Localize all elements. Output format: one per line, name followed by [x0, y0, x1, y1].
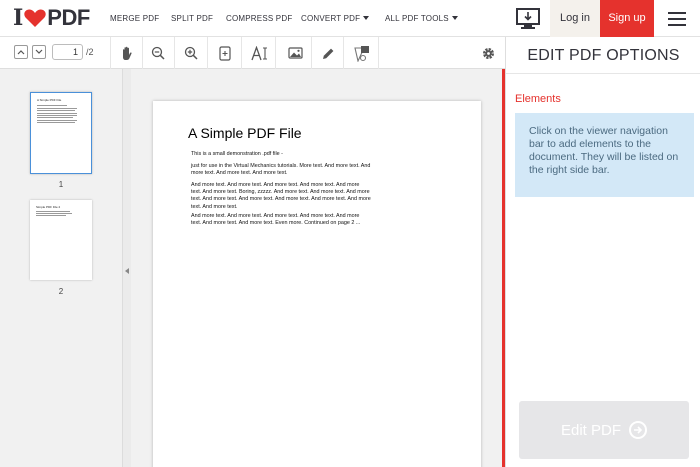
nav-all-pdf-tools[interactable]: ALL PDF TOOLS [385, 0, 458, 37]
viewer-toolbar: 1 /2 [0, 37, 505, 69]
elements-info-box: Click on the viewer navigation bar to ad… [515, 113, 694, 197]
fit-page-button[interactable] [215, 43, 235, 63]
page-number-input[interactable]: 1 [52, 44, 83, 60]
previous-page-button[interactable] [14, 45, 28, 59]
nav-convert-pdf[interactable]: CONVERT PDF [301, 0, 370, 37]
thumbnail-page-number: 2 [58, 287, 64, 296]
thumbnail-page-number: 1 [58, 180, 64, 189]
fit-page-icon [219, 45, 231, 61]
caret-down-icon [363, 16, 370, 20]
desktop-download-icon [516, 7, 540, 29]
hand-icon [123, 46, 132, 60]
pdf-page[interactable]: A Simple PDF File This is a small demons… [153, 101, 481, 467]
document-paragraph: And more text. And more text. And more t… [191, 213, 361, 227]
add-text-button[interactable] [250, 43, 270, 63]
toolbar-divider [343, 37, 344, 69]
zoom-in-icon [184, 46, 198, 60]
gear-icon [482, 47, 494, 59]
zoom-in-button[interactable] [181, 43, 201, 63]
arrow-right-circle-icon [629, 421, 647, 439]
draw-button[interactable] [318, 43, 338, 63]
toolbar-divider [110, 37, 111, 69]
login-button[interactable]: Log in [550, 0, 600, 37]
edit-options-panel: EDIT PDF OPTIONS Elements Click on the v… [505, 37, 700, 467]
desktop-app-button[interactable] [506, 0, 550, 37]
nav-merge-pdf[interactable]: MERGE PDF [110, 0, 159, 37]
toolbar-divider [275, 37, 276, 69]
toolbar-divider [241, 37, 242, 69]
settings-button[interactable] [478, 43, 498, 63]
nav-split-pdf[interactable]: SPLIT PDF [171, 0, 213, 37]
document-paragraph: This is a small demonstration .pdf file … [191, 151, 283, 157]
chevron-up-icon [17, 50, 25, 55]
image-tool-icon [287, 47, 303, 59]
heart-icon [24, 9, 46, 27]
nav-all-pdf-tools-label: ALL PDF TOOLS [385, 14, 449, 23]
logo-letter: I [13, 5, 24, 31]
toolbar-divider [311, 37, 312, 69]
logo[interactable]: I PDF [13, 5, 90, 31]
hand-tool-button[interactable] [117, 43, 137, 63]
add-image-button[interactable] [285, 43, 305, 63]
toolbar-divider [142, 37, 143, 69]
text-tool-icon [251, 45, 267, 60]
thumbnail-title: A Simple PDF File [37, 98, 62, 102]
page-total: /2 [86, 47, 94, 57]
page-thumbnail-1[interactable]: A Simple PDF File [30, 92, 92, 174]
logo-word: PDF [47, 5, 90, 30]
zoom-out-button[interactable] [148, 43, 168, 63]
caret-down-icon [451, 16, 458, 20]
document-paragraph: just for use in the Virtual Mechanics tu… [191, 163, 371, 177]
thumbnail-title: Simple PDF File 2 [36, 205, 61, 209]
top-navigation: I PDF MERGE PDF SPLIT PDF COMPRESS PDF C… [0, 0, 700, 37]
toolbar-divider [207, 37, 208, 69]
toolbar-divider [174, 37, 175, 69]
hamburger-icon[interactable] [663, 9, 691, 29]
nav-convert-pdf-label: CONVERT PDF [301, 14, 361, 23]
zoom-out-icon [151, 46, 165, 60]
thumbnail-panel: A Simple PDF File 1 Simple PDF File 2 2 [0, 69, 123, 467]
pencil-icon [322, 48, 333, 59]
edit-pdf-button[interactable]: Edit PDF [519, 401, 689, 459]
page-thumbnail-2[interactable]: Simple PDF File 2 [30, 200, 92, 280]
document-paragraph: And more text. And more text. And more t… [191, 182, 371, 210]
panel-title: EDIT PDF OPTIONS [506, 37, 700, 74]
elements-section-label: Elements [515, 93, 561, 105]
toolbar-divider [378, 37, 379, 69]
add-shape-button[interactable] [352, 43, 372, 63]
pdf-viewer[interactable]: A Simple PDF File This is a small demons… [131, 69, 502, 467]
nav-compress-pdf[interactable]: COMPRESS PDF [226, 0, 292, 37]
chevron-down-icon [35, 49, 43, 54]
chevron-left-icon[interactable] [125, 268, 129, 274]
signup-button[interactable]: Sign up [600, 0, 654, 37]
edit-pdf-label: Edit PDF [560, 421, 621, 439]
shape-tool-icon [354, 45, 369, 62]
document-title: A Simple PDF File [188, 125, 302, 141]
next-page-button[interactable] [32, 45, 46, 59]
